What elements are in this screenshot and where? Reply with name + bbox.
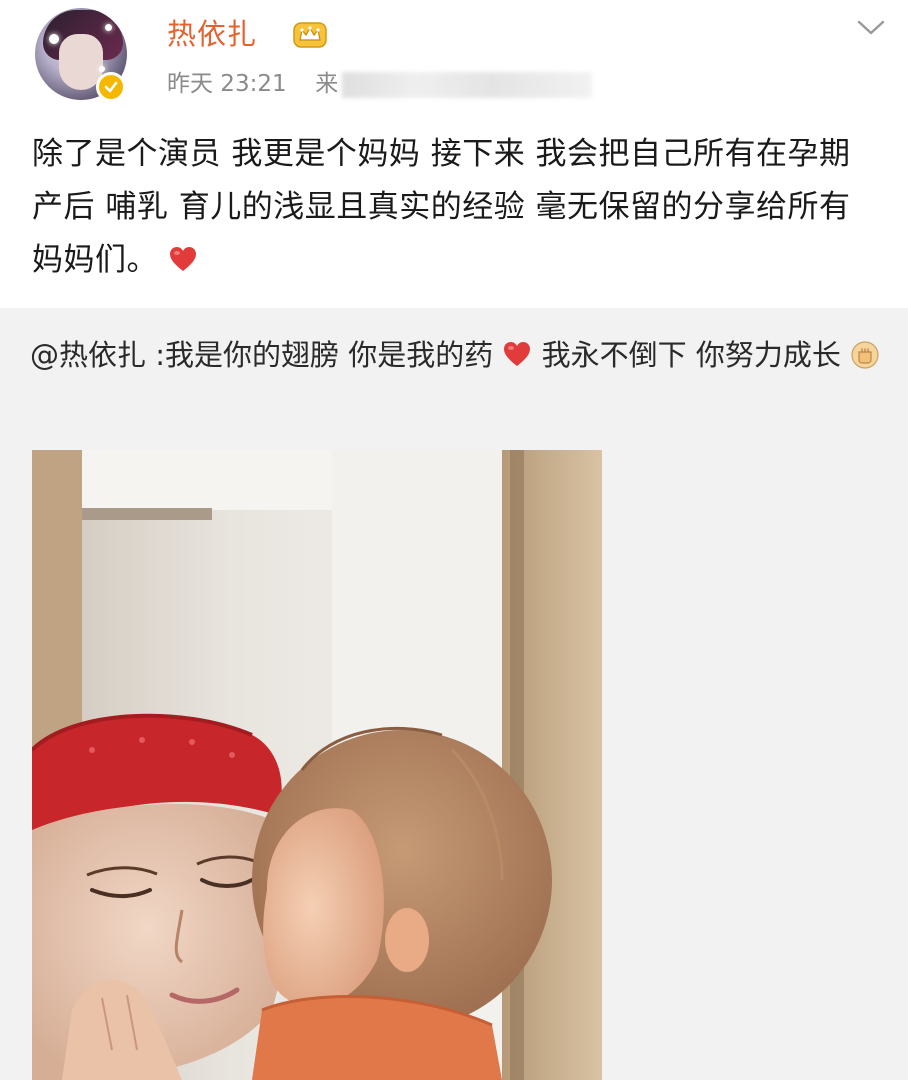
post-meta: 昨天 23:21 来 xyxy=(167,66,593,102)
post-time: 昨天 23:21 xyxy=(167,71,287,97)
blurred-source xyxy=(342,71,593,98)
heart-icon xyxy=(504,342,531,366)
heart-icon xyxy=(170,247,197,271)
post-header: 热依扎 昨天 23:21 来 xyxy=(0,0,908,118)
repost-text-part-a: :我是你的翅膀 你是我的药 xyxy=(146,338,494,372)
repost-mention[interactable]: @热依扎 xyxy=(30,338,146,372)
repost-text-part-b: 我永不倒下 你努力成长 xyxy=(532,338,841,372)
post-source-label: 来 xyxy=(315,71,339,97)
post-text: 除了是个演员 我更是个妈妈 接下来 我会把自己所有在孕期产后 哺乳 育儿的浅显且… xyxy=(32,128,880,287)
verified-badge-icon xyxy=(96,72,126,102)
post-text-content: 除了是个演员 我更是个妈妈 接下来 我会把自己所有在孕期产后 哺乳 育儿的浅显且… xyxy=(32,136,851,278)
post-photo[interactable] xyxy=(32,450,602,1080)
photo-illustration xyxy=(32,450,602,1080)
author-name[interactable]: 热依扎 xyxy=(167,14,257,54)
weibo-post: 热依扎 昨天 23:21 来 除了是个演员 我更是个妈妈 接下来 我会把自己所有… xyxy=(0,0,908,1080)
chevron-down-icon[interactable] xyxy=(856,18,886,38)
repost-text: @热依扎 :我是你的翅膀 你是我的药 我永不倒下 你努力成长 xyxy=(30,330,890,380)
repost-block[interactable]: @热依扎 :我是你的翅膀 你是我的药 我永不倒下 你努力成长 xyxy=(0,308,908,1080)
crown-icon xyxy=(293,22,327,48)
fist-emoji-icon xyxy=(851,341,879,369)
